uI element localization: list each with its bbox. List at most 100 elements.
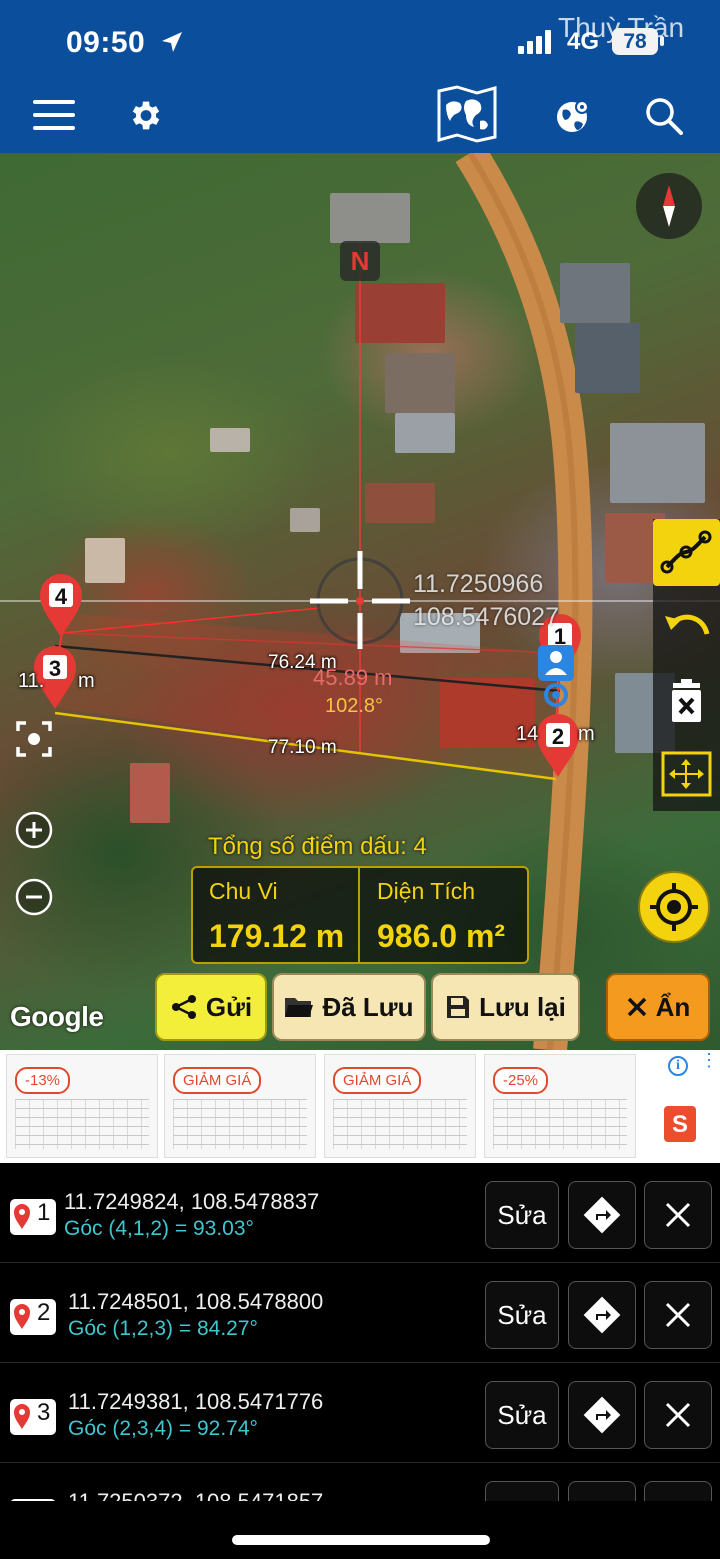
compass-button[interactable] <box>636 173 702 239</box>
points-list: 1 11.7249824, 108.5478837 Góc (4,1,2) = … <box>0 1163 720 1559</box>
center-bearing: 102.8° <box>325 695 384 717</box>
settings-gear-icon[interactable] <box>126 97 163 134</box>
folder-icon <box>285 998 314 1017</box>
user-location-icon <box>538 645 574 707</box>
navigate-button[interactable] <box>568 1181 636 1249</box>
edit-point-button[interactable]: Sửa <box>485 1381 559 1449</box>
svg-text:3: 3 <box>49 656 61 681</box>
center-longitude: 108.5476027 <box>413 603 559 631</box>
directions-icon <box>583 1196 621 1234</box>
point-angle: Góc (1,2,3) = 84.27° <box>68 1317 258 1340</box>
delete-point-button[interactable] <box>644 1181 712 1249</box>
edge-length-right-unit: m <box>578 723 595 745</box>
home-indicator[interactable] <box>232 1535 490 1545</box>
point-coordinates: 11.7248501, 108.5478800 <box>68 1289 324 1314</box>
close-x-icon <box>665 1402 691 1428</box>
map-tool-panel <box>653 519 720 811</box>
edge-length-right: 14 <box>516 723 539 745</box>
crosshair-target-icon <box>650 883 698 931</box>
globe-pin-icon[interactable] <box>555 98 591 134</box>
edge-length-left-unit: m <box>78 670 95 692</box>
zoom-in-icon[interactable] <box>14 810 54 850</box>
send-label: Gửi <box>205 991 253 1022</box>
list-item: 3 11.7249381, 108.5471776 Góc (2,3,4) = … <box>0 1363 720 1463</box>
zoom-out-icon[interactable] <box>14 877 54 917</box>
my-location-button[interactable] <box>638 871 710 943</box>
ad-tile[interactable]: GIẢM GIÁ <box>164 1054 316 1158</box>
navigate-button[interactable] <box>568 1281 636 1349</box>
ad-size-table-image <box>333 1099 467 1149</box>
stats-divider <box>358 868 360 962</box>
list-item: 2 11.7248501, 108.5478800 Góc (1,2,3) = … <box>0 1263 720 1363</box>
perimeter-title: Chu Vi <box>209 878 278 904</box>
ad-more-options-icon[interactable]: ⋮ <box>700 1051 718 1069</box>
map-marker-4[interactable]: 4 <box>38 573 84 639</box>
navigate-button[interactable] <box>568 1381 636 1449</box>
area-value: 986.0 m² <box>377 918 506 954</box>
point-pin-icon <box>10 1399 56 1435</box>
edit-point-button[interactable]: Sửa <box>485 1181 559 1249</box>
ad-tile[interactable]: GIẢM GIÁ <box>324 1054 476 1158</box>
ad-banner[interactable]: -13% GIẢM GIÁ GIẢM GIÁ -25% i ⋮ S <box>0 1050 720 1163</box>
ad-tile[interactable]: -25% <box>484 1054 636 1158</box>
menu-icon[interactable] <box>33 98 75 132</box>
compass-needle-icon <box>663 185 675 227</box>
ad-size-table-image <box>15 1099 149 1149</box>
ad-discount-tag: GIẢM GIÁ <box>333 1067 422 1094</box>
search-icon[interactable] <box>645 97 683 135</box>
point-coordinates: 11.7249381, 108.5471776 <box>68 1389 324 1414</box>
location-arrow-icon <box>162 32 182 52</box>
fullscreen-focus-icon[interactable] <box>14 719 54 759</box>
point-number: 1 <box>37 1199 51 1226</box>
map-marker-2[interactable]: 2 <box>535 713 581 779</box>
polyline-icon <box>660 530 712 574</box>
north-indicator: N <box>340 241 380 281</box>
save-button[interactable]: Lưu lại <box>431 973 580 1041</box>
ad-tile[interactable]: -13% <box>6 1054 158 1158</box>
fit-bounds-button[interactable] <box>653 741 720 808</box>
ad-discount-tag: -13% <box>15 1067 71 1094</box>
point-number: 3 <box>37 1399 51 1426</box>
trash-icon <box>672 679 701 722</box>
perimeter-value: 179.12 m <box>209 918 345 954</box>
points-count: Tổng số điểm dấu: 4 <box>208 833 427 860</box>
list-bottom-fade <box>0 1501 720 1559</box>
point-number: 2 <box>37 1299 51 1326</box>
edit-point-button[interactable]: Sửa <box>485 1281 559 1349</box>
point-coordinates: 11.7249824, 108.5478837 <box>64 1189 320 1214</box>
draw-polyline-button[interactable] <box>653 519 720 586</box>
saved-button[interactable]: Đã Lưu <box>272 973 426 1041</box>
center-latitude: 11.7250966 <box>413 570 544 598</box>
center-distance: 45.89 m <box>313 665 393 690</box>
send-button[interactable]: Gửi <box>155 973 267 1041</box>
svg-text:2: 2 <box>552 724 564 749</box>
expand-arrows-icon <box>661 751 712 797</box>
undo-icon <box>665 614 710 635</box>
ad-size-table-image <box>173 1099 307 1149</box>
map-world-icon[interactable] <box>436 85 498 143</box>
point-angle: Góc (4,1,2) = 93.03° <box>64 1217 254 1240</box>
cellular-signal-icon <box>518 30 551 54</box>
delete-button[interactable] <box>653 669 720 736</box>
directions-icon <box>583 1296 621 1334</box>
hide-button[interactable]: Ẩn <box>606 973 710 1041</box>
status-time: 09:50 <box>66 26 146 59</box>
close-x-icon <box>665 1202 691 1228</box>
list-item: 1 11.7249824, 108.5478837 Góc (4,1,2) = … <box>0 1163 720 1263</box>
undo-button[interactable] <box>653 596 720 663</box>
point-pin-icon <box>10 1199 56 1235</box>
saved-label: Đã Lưu <box>322 991 414 1022</box>
delete-point-button[interactable] <box>644 1381 712 1449</box>
ad-size-table-image <box>493 1099 627 1149</box>
directions-icon <box>583 1396 621 1434</box>
ad-discount-tag: -25% <box>493 1067 549 1094</box>
floppy-disk-icon <box>447 996 470 1018</box>
save-label: Lưu lại <box>479 991 566 1022</box>
close-x-icon <box>627 997 646 1017</box>
ad-info-icon[interactable]: i <box>668 1056 688 1076</box>
hide-label: Ẩn <box>655 991 691 1022</box>
svg-text:4: 4 <box>55 584 68 609</box>
satellite-map[interactable]: 4 3 1 2 N 11.7250966 108.5476027 76.24 m… <box>0 153 720 1050</box>
delete-point-button[interactable] <box>644 1281 712 1349</box>
shopee-bag-icon[interactable]: S <box>664 1106 696 1142</box>
